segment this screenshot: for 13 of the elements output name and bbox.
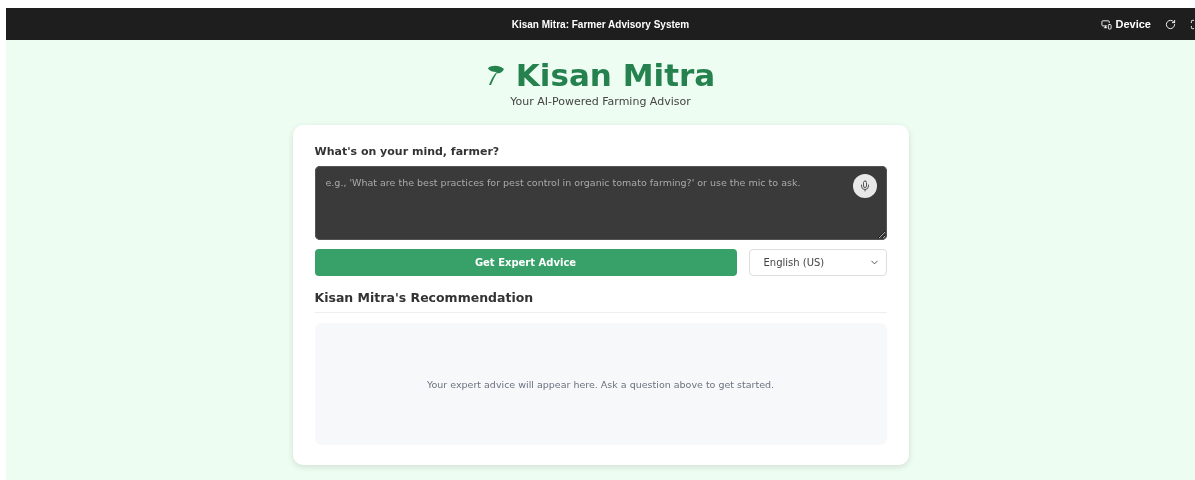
rotate-icon[interactable] bbox=[1165, 18, 1176, 30]
recommendation-heading: Kisan Mitra's Recommendation bbox=[314, 290, 887, 313]
window-title: Kisan Mitra: Farmer Advisory System bbox=[511, 18, 690, 30]
app-title: Kisan Mitra bbox=[515, 58, 716, 92]
question-field[interactable]: e.g., 'What are the best practices for pest control in organic tomato farming?' or use the mic to ask. bbox=[314, 166, 887, 240]
language-select[interactable]: English (US) bbox=[748, 249, 887, 276]
app-subtitle: Your AI-Powered Farming Advisor bbox=[510, 95, 691, 108]
empty-message: Your expert advice will appear here. Ask a question above to get started. bbox=[426, 378, 775, 390]
mic-icon bbox=[858, 180, 871, 192]
device-button[interactable]: Device bbox=[1100, 18, 1151, 30]
device-icon bbox=[1100, 18, 1112, 30]
leaf-icon bbox=[485, 64, 506, 86]
question-label: What's on your mind, farmer? bbox=[314, 145, 501, 158]
